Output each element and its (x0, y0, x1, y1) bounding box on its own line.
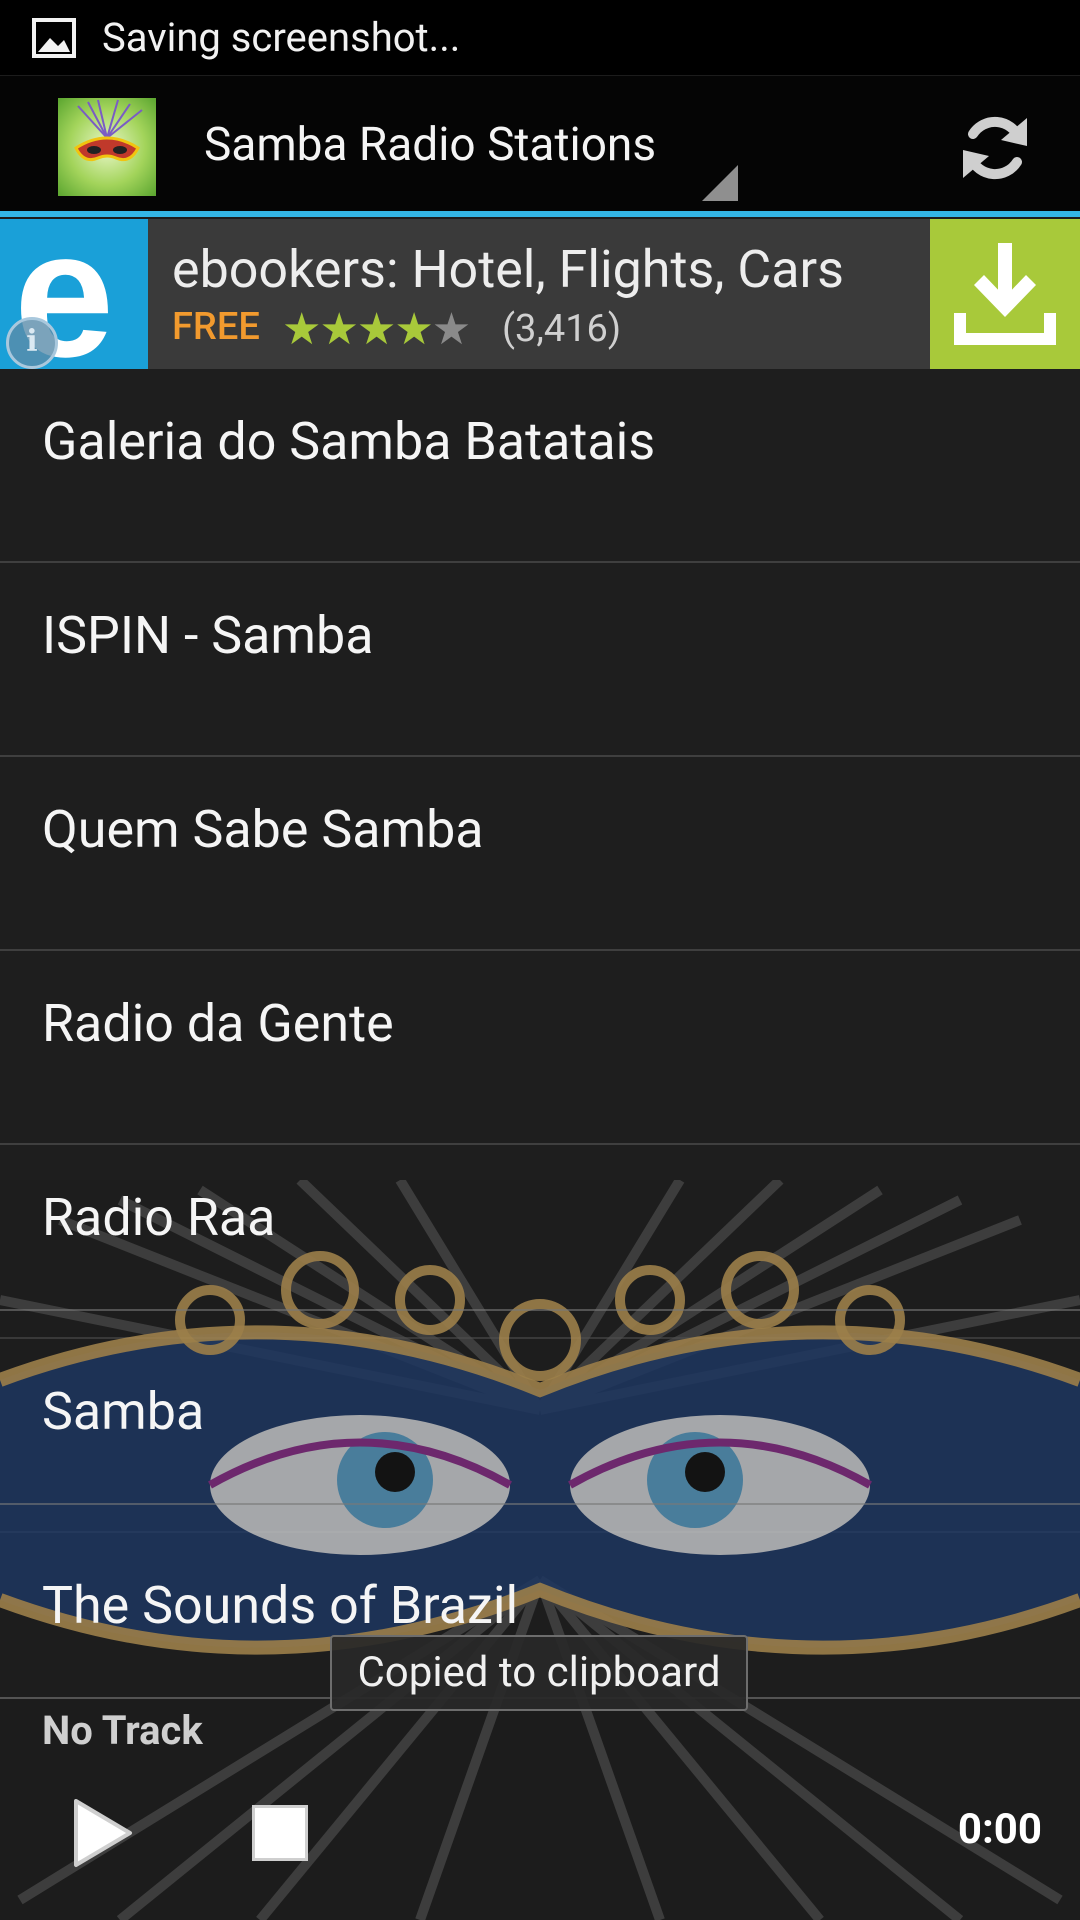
list-item[interactable]: Quem Sabe Samba (0, 757, 1080, 951)
ad-banner[interactable]: e i ebookers: Hotel, Flights, Cars FREE … (0, 194, 1080, 395)
toast-text: Copied to clipboard (357, 1648, 721, 1697)
list-item[interactable]: Radio da Gente (0, 951, 1080, 1145)
status-bar: Saving screenshot... (0, 0, 1080, 75)
mask-logo-icon (74, 99, 143, 162)
action-bar: Samba Radio Stations (0, 76, 1080, 212)
list-separator (0, 1503, 1080, 1505)
station-name-overlay[interactable]: Samba (42, 1381, 204, 1442)
station-name-overlay[interactable]: Radio Raa (42, 1187, 275, 1248)
ad-rating-stars: ★★★★★ (282, 303, 471, 355)
download-icon (954, 243, 1056, 345)
action-bar-underline (0, 211, 1080, 217)
play-button[interactable] (70, 1797, 136, 1869)
player-bar: No Track 0:00 (0, 1697, 1080, 1920)
list-item[interactable]: ISPIN - Samba (0, 563, 1080, 757)
station-name: Radio da Gente (42, 993, 394, 1054)
stop-button[interactable] (252, 1805, 308, 1861)
ad-title[interactable]: ebookers: Hotel, Flights, Cars (172, 239, 844, 300)
ad-rating-count: (3,416) (502, 307, 622, 351)
list-separator (0, 1309, 1080, 1311)
playback-time: 0:00 (957, 1805, 1042, 1854)
list-item[interactable]: Galeria do Samba Batatais (0, 369, 1080, 563)
station-name: Quem Sabe Samba (42, 799, 484, 860)
ad-info-icon[interactable]: i (6, 317, 58, 369)
station-name: Galeria do Samba Batatais (42, 411, 656, 472)
station-list: Galeria do Samba Batatais ISPIN - Samba … (0, 369, 1080, 1697)
station-name-overlay[interactable]: The Sounds of Brazil (42, 1575, 518, 1636)
app-icon[interactable] (58, 98, 156, 196)
track-title: No Track (42, 1707, 203, 1754)
ad-price: FREE (172, 305, 260, 349)
refresh-icon[interactable] (955, 108, 1035, 188)
station-name: ISPIN - Samba (42, 605, 374, 666)
status-text: Saving screenshot... (102, 14, 461, 61)
image-icon (32, 17, 76, 58)
spinner-indicator-icon[interactable] (702, 165, 738, 201)
ad-download-button[interactable] (930, 219, 1080, 369)
page-title[interactable]: Samba Radio Stations (204, 118, 656, 172)
